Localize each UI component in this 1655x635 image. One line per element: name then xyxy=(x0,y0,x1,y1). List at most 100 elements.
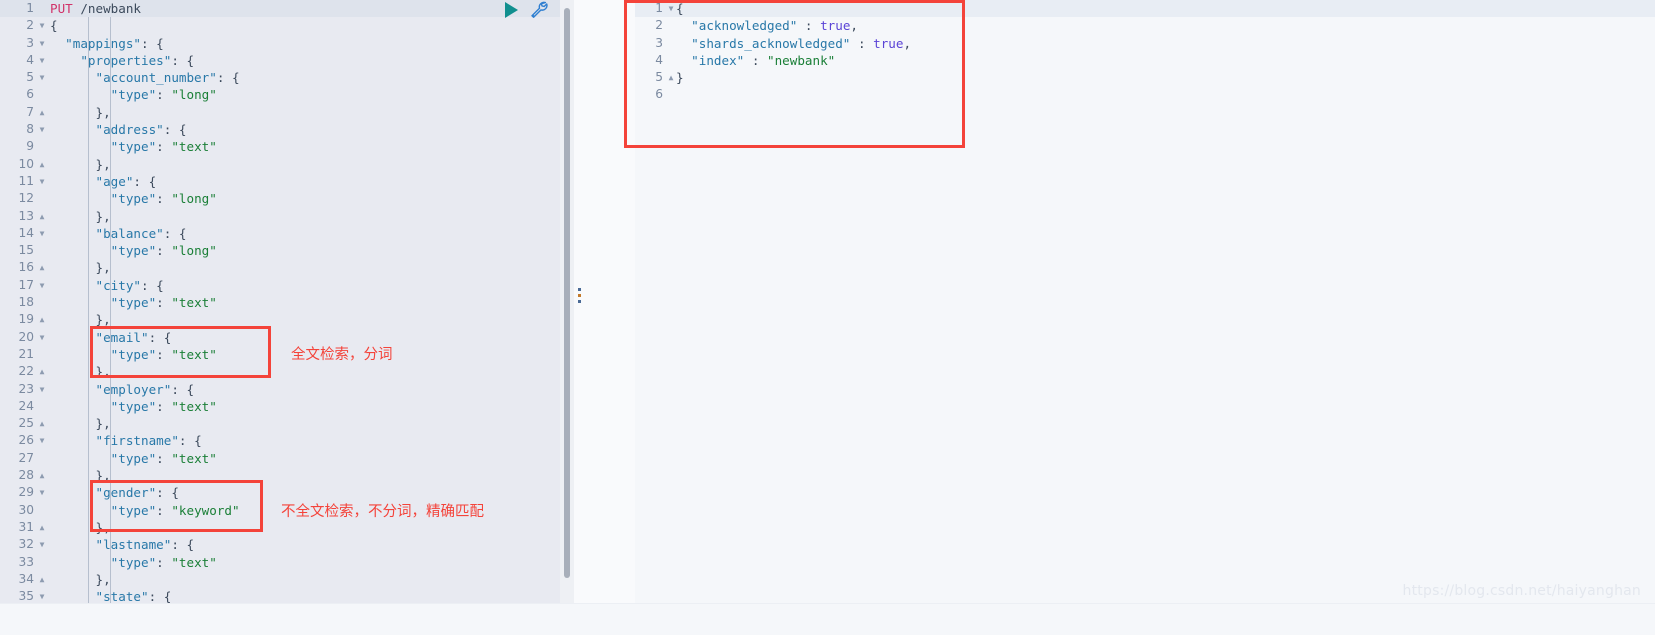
fold-expand-icon[interactable]: ▲ xyxy=(37,415,47,432)
token: "employer" xyxy=(50,381,172,397)
code-line[interactable]: 21 "type": "text" xyxy=(0,346,560,363)
code-text: }, xyxy=(50,104,560,121)
code-line[interactable]: 2 "acknowledged" : true, xyxy=(635,17,1655,34)
code-line[interactable]: 3 ▼ "mappings": { xyxy=(0,35,560,52)
code-line[interactable]: 3 "shards_acknowledged" : true, xyxy=(635,35,1655,52)
fold-collapse-icon[interactable]: ▼ xyxy=(37,277,47,294)
token: { xyxy=(676,1,684,16)
fold-expand-icon[interactable]: ▲ xyxy=(37,156,47,173)
code-line[interactable]: 12 "type": "long" xyxy=(0,190,560,207)
code-line[interactable]: 33 "type": "text" xyxy=(0,554,560,571)
token: "type" xyxy=(50,346,157,362)
fold-expand-icon[interactable]: ▲ xyxy=(37,259,47,276)
code-line[interactable]: 6 xyxy=(635,86,1655,103)
fold-collapse-icon[interactable]: ▼ xyxy=(37,17,47,34)
code-line[interactable]: 9 "type": "text" xyxy=(0,138,560,155)
fold-expand-icon[interactable]: ▲ xyxy=(37,467,47,484)
fold-collapse-icon[interactable]: ▼ xyxy=(37,432,47,449)
code-line[interactable]: 4 ▼ "properties": { xyxy=(0,52,560,69)
code-line[interactable]: 1 PUT /newbank xyxy=(0,0,560,18)
fold-collapse-icon[interactable]: ▼ xyxy=(37,329,47,346)
dev-tools-console: 1 PUT /newbank 2 ▼{3 ▼ "mappings": {4 ▼ "prop… xyxy=(0,0,1655,635)
line-number: 16 xyxy=(18,260,34,275)
code-line[interactable]: 15 "type": "long" xyxy=(0,242,560,259)
fold-collapse-icon[interactable]: ▼ xyxy=(37,52,47,69)
code-line[interactable]: 13 ▲ }, xyxy=(0,208,560,225)
code-line[interactable]: 23 ▼ "employer": { xyxy=(0,381,560,398)
code-line[interactable]: 32 ▼ "lastname": { xyxy=(0,536,560,553)
code-line[interactable]: 4 "index" : "newbank" xyxy=(635,52,1655,69)
token: "address" xyxy=(50,122,164,138)
code-line[interactable]: 2 ▼{ xyxy=(0,17,560,34)
code-text: "lastname": { xyxy=(50,536,560,553)
code-line[interactable]: 27 "type": "text" xyxy=(0,450,560,467)
code-line[interactable]: 7 ▲ }, xyxy=(0,104,560,121)
fold-collapse-icon[interactable]: ▼ xyxy=(37,484,47,501)
code-line[interactable]: 8 ▼ "address": { xyxy=(0,121,560,138)
code-text: }, xyxy=(50,467,560,484)
line-number: 10 xyxy=(18,156,34,171)
fold-expand-icon[interactable]: ▲ xyxy=(37,104,47,121)
token: "type" xyxy=(50,398,157,414)
fold-collapse-icon[interactable]: ▼ xyxy=(666,0,676,17)
code-line[interactable]: 6 "type": "long" xyxy=(0,86,560,103)
fold-collapse-icon[interactable]: ▼ xyxy=(37,121,47,138)
code-text: }, xyxy=(50,259,560,276)
code-line[interactable]: 25 ▲ }, xyxy=(0,415,560,432)
code-line[interactable]: 20 ▼ "email": { xyxy=(0,329,560,346)
fold-collapse-icon[interactable]: ▼ xyxy=(37,35,47,52)
code-text: "shards_acknowledged" : true, xyxy=(676,35,1655,52)
request-scrollbar-thumb[interactable] xyxy=(564,8,570,578)
settings-wrench-icon[interactable] xyxy=(530,1,550,19)
code-text: "type": "long" xyxy=(50,86,560,103)
code-line[interactable]: 24 "type": "text" xyxy=(0,398,560,415)
fold-collapse-icon[interactable]: ▼ xyxy=(37,536,47,553)
line-number: 8 xyxy=(26,122,34,137)
fold-collapse-icon[interactable]: ▼ xyxy=(37,381,47,398)
code-line[interactable]: 10 ▲ }, xyxy=(0,156,560,173)
code-line[interactable]: 11 ▼ "age": { xyxy=(0,173,560,190)
line-number: 5 xyxy=(26,70,34,85)
line-number: 4 xyxy=(655,52,663,67)
code-text: "type": "long" xyxy=(50,190,560,207)
code-line[interactable]: 16 ▲ }, xyxy=(0,259,560,276)
code-line[interactable]: 34 ▲ }, xyxy=(0,571,560,588)
token: : xyxy=(156,502,172,518)
code-line[interactable]: 5 ▲} xyxy=(635,69,1655,86)
code-line[interactable]: 19 ▲ }, xyxy=(0,311,560,328)
code-line[interactable]: 29 ▼ "gender": { xyxy=(0,484,560,501)
code-line[interactable]: 14 ▼ "balance": { xyxy=(0,225,560,242)
fold-collapse-icon[interactable]: ▼ xyxy=(37,225,47,242)
code-line[interactable]: 35 ▼ "state": { xyxy=(0,588,560,603)
response-editor-panel[interactable]: 1 ▼{2 "acknowledged" : true, 3 "shards_ack… xyxy=(635,0,1655,603)
panel-splitter[interactable] xyxy=(574,0,635,603)
code-line[interactable]: 1 ▼{ xyxy=(635,0,1655,18)
line-number: 13 xyxy=(18,208,34,223)
line-number: 1 xyxy=(26,1,34,15)
code-line[interactable]: 28 ▲ }, xyxy=(0,467,560,484)
token: : xyxy=(156,243,172,259)
code-line[interactable]: 5 ▼ "account_number": { xyxy=(0,69,560,86)
fold-expand-icon[interactable]: ▲ xyxy=(37,571,47,588)
send-request-play-icon[interactable] xyxy=(505,2,518,18)
code-line[interactable]: 18 "type": "text" xyxy=(0,294,560,311)
code-line[interactable]: 31 ▲ }, xyxy=(0,519,560,536)
console-toolbar[interactable] xyxy=(505,1,550,19)
fold-expand-icon[interactable]: ▲ xyxy=(37,208,47,225)
code-text: "type": "text" xyxy=(50,450,560,467)
fold-expand-icon[interactable]: ▲ xyxy=(37,311,47,328)
code-text: "acknowledged" : true, xyxy=(676,17,1655,34)
fold-expand-icon[interactable]: ▲ xyxy=(37,519,47,536)
splitter-drag-handle-icon[interactable] xyxy=(578,288,582,303)
token: }, xyxy=(50,156,111,172)
fold-collapse-icon[interactable]: ▼ xyxy=(37,588,47,603)
code-line[interactable]: 17 ▼ "city": { xyxy=(0,277,560,294)
fold-expand-icon[interactable]: ▲ xyxy=(666,69,676,86)
token: "long" xyxy=(171,191,217,207)
fold-expand-icon[interactable]: ▲ xyxy=(37,363,47,380)
code-line[interactable]: 22 ▲ }, xyxy=(0,363,560,380)
code-line[interactable]: 26 ▼ "firstname": { xyxy=(0,432,560,449)
token: }, xyxy=(50,104,111,120)
fold-collapse-icon[interactable]: ▼ xyxy=(37,69,47,86)
fold-collapse-icon[interactable]: ▼ xyxy=(37,173,47,190)
